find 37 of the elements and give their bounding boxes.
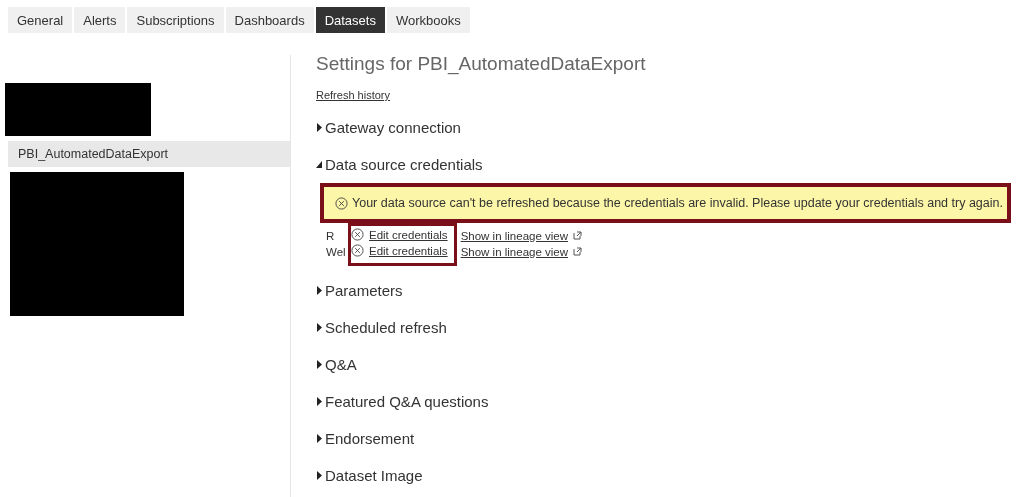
source-name: R [326, 228, 336, 243]
tab[interactable]: Alerts [74, 7, 126, 33]
section-heading[interactable]: Q&A [325, 356, 357, 373]
settings-title: Settings for PBI_AutomatedDataExport [316, 53, 647, 75]
lineage-view-link[interactable]: Show in lineage view [460, 245, 569, 258]
dataset-item[interactable]: PBI_AutomatedDataExport [8, 141, 290, 167]
section-heading[interactable]: Parameters [325, 282, 403, 299]
edit-credentials-link[interactable]: Edit credentials [369, 228, 448, 241]
caret-right-icon[interactable] [316, 123, 323, 132]
source-name: Wel [326, 244, 347, 259]
edit-credentials-link[interactable]: Edit credentials [369, 244, 448, 257]
section-heading[interactable]: Data source credentials [325, 156, 483, 173]
tab[interactable]: Dashboards [225, 7, 314, 33]
error-icon [351, 228, 364, 241]
tab[interactable]: General [8, 7, 73, 33]
caret-right-icon[interactable] [316, 434, 323, 443]
caret-down-icon[interactable] [316, 160, 323, 169]
section-heading[interactable]: Featured Q&A questions [325, 393, 489, 410]
section-heading[interactable]: Gateway connection [325, 119, 461, 136]
section-heading[interactable]: Scheduled refresh [325, 319, 447, 336]
external-link-icon [573, 247, 583, 256]
tab[interactable]: Datasets [315, 7, 385, 33]
error-message: Your data source can't be refreshed because the credentials are invalid. Please update your credentials and try again. [352, 196, 1003, 210]
external-link-icon [573, 231, 583, 240]
error-icon [335, 196, 348, 210]
refresh-history-link[interactable]: Refresh history [316, 89, 390, 101]
lineage-view-link[interactable]: Show in lineage view [460, 229, 569, 242]
caret-right-icon[interactable] [316, 397, 323, 406]
caret-right-icon[interactable] [316, 471, 323, 480]
caret-right-icon[interactable] [316, 360, 323, 369]
tab[interactable]: Workbooks [386, 7, 470, 33]
caret-right-icon[interactable] [316, 286, 323, 295]
tab[interactable]: Subscriptions [127, 7, 224, 33]
caret-right-icon[interactable] [316, 323, 323, 332]
section-heading[interactable]: Endorsement [325, 430, 415, 447]
error-icon [351, 244, 364, 257]
section-heading[interactable]: Dataset Image [325, 467, 423, 484]
